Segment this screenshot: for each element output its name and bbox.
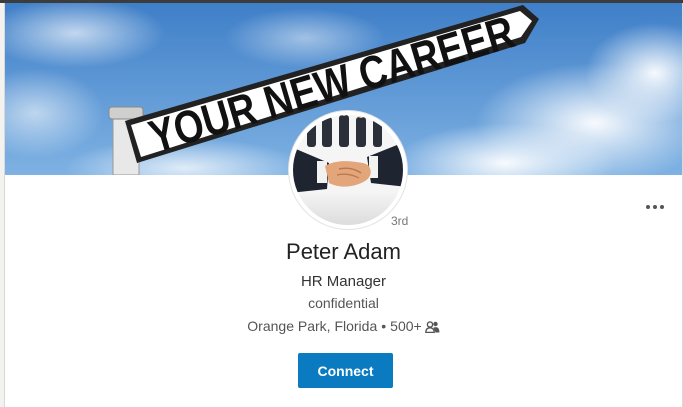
profile-avatar[interactable]	[289, 111, 407, 229]
profile-card: YOUR NEW CAREER 3rd Peter Adam HR Manage…	[4, 3, 683, 407]
more-actions-button[interactable]	[642, 199, 670, 215]
connection-degree: 3rd	[391, 214, 409, 228]
people-icon	[424, 321, 440, 334]
meta-separator: •	[381, 318, 387, 334]
connect-button[interactable]: Connect	[298, 353, 393, 388]
ellipsis-icon	[646, 205, 650, 209]
profile-name: Peter Adam	[286, 239, 401, 264]
profile-meta: Orange Park, Florida • 500+	[5, 318, 682, 334]
profile-headline: HR Manager	[300, 273, 387, 290]
profile-company: confidential	[308, 295, 379, 311]
connection-count[interactable]: 500+	[390, 318, 422, 334]
profile-location: Orange Park, Florida	[247, 318, 378, 334]
